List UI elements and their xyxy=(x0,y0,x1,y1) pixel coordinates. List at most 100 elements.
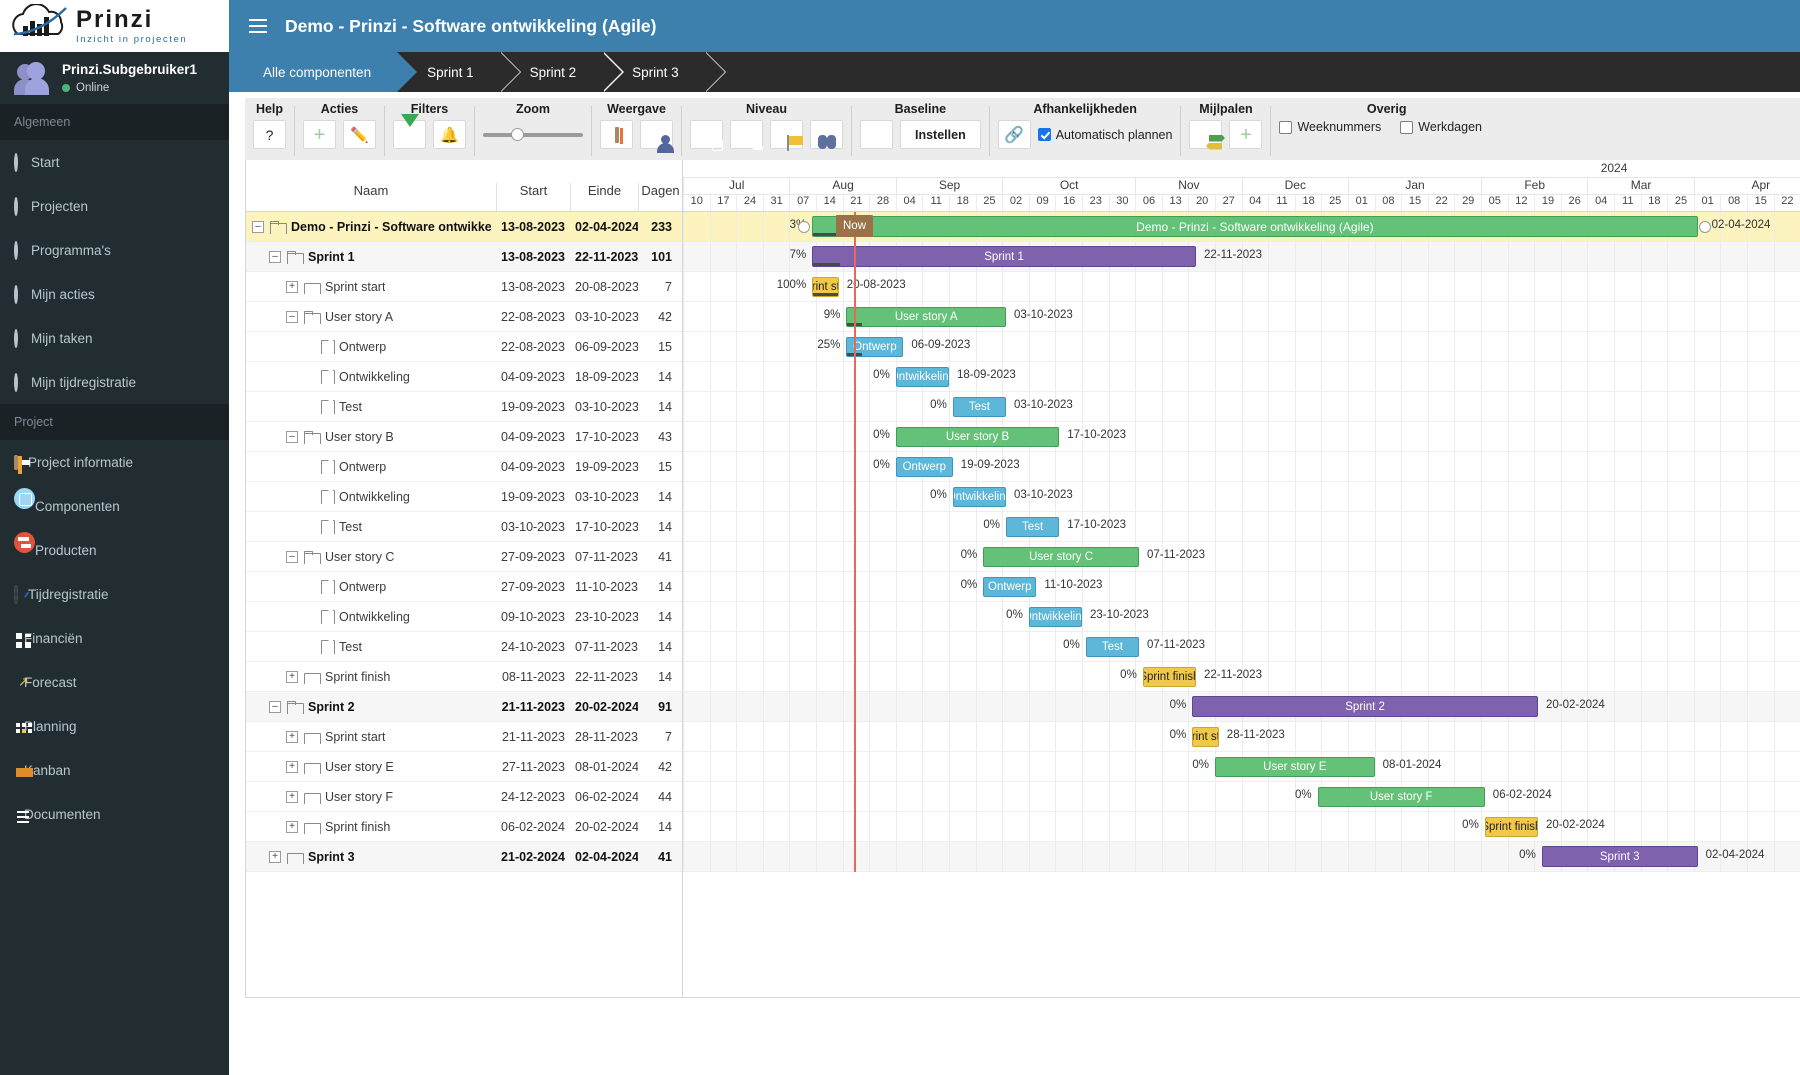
gantt-bar[interactable]: Test xyxy=(952,397,1006,417)
zoom-slider[interactable] xyxy=(483,120,583,149)
gantt-bar[interactable]: Ontwikkeling xyxy=(895,367,949,387)
products-button[interactable] xyxy=(730,120,763,149)
timeline-row[interactable]: Sprint 2 0% 20-02-2024 xyxy=(683,692,1800,722)
gantt-bar[interactable]: Ontwikkeling xyxy=(952,487,1006,507)
timeline-row[interactable]: Ontwerp 0% 19-09-2023 xyxy=(683,452,1800,482)
checkbox-box[interactable] xyxy=(1037,128,1051,141)
sidebar-item-mijn-acties[interactable]: Mijn acties xyxy=(0,272,229,316)
milestone-marker-icon[interactable] xyxy=(798,221,811,233)
column-header-start[interactable]: Start xyxy=(496,183,570,211)
link-button[interactable]: 🔗 xyxy=(997,120,1031,149)
timeline-body[interactable]: 3%02-04-2024NowDemo - Prinzi - Software … xyxy=(683,212,1800,872)
funnel-button[interactable] xyxy=(393,113,426,149)
timeline-row[interactable]: Sprint finish 0% 22-11-2023 xyxy=(683,662,1800,692)
table-row[interactable]: – Sprint 2 21-11-2023 20-02-2024 91 xyxy=(246,692,682,722)
timeline-row[interactable]: User story A 9% 03-10-2023 xyxy=(683,302,1800,332)
gantt-bar[interactable]: Sprint finish xyxy=(1484,817,1538,837)
timeline-row[interactable]: 3%02-04-2024NowDemo - Prinzi - Software … xyxy=(683,212,1800,242)
table-row[interactable]: Ontwikkeling 19-09-2023 03-10-2023 14 xyxy=(246,482,682,512)
milestone-flag-button[interactable] xyxy=(1189,120,1223,149)
sidebar-item-projecten[interactable]: Projecten xyxy=(0,184,229,228)
expand-toggle-icon[interactable]: + xyxy=(286,670,298,683)
table-row[interactable]: – Sprint 1 13-08-2023 22-11-2023 101 xyxy=(246,242,682,272)
table-row[interactable]: Test 24-10-2023 07-11-2023 14 xyxy=(246,632,682,662)
flag-button[interactable] xyxy=(770,120,803,149)
collapse-toggle-icon[interactable]: – xyxy=(286,310,298,323)
table-row[interactable]: – User story A 22-08-2023 03-10-2023 42 xyxy=(246,302,682,332)
timeline-row[interactable]: Test 0% 07-11-2023 xyxy=(683,632,1800,662)
timeline-row[interactable]: User story C 0% 07-11-2023 xyxy=(683,542,1800,572)
table-row[interactable]: – User story C 27-09-2023 07-11-2023 41 xyxy=(246,542,682,572)
checkbox-box[interactable] xyxy=(1400,120,1414,134)
baseline-instellen-button[interactable]: Instellen xyxy=(900,120,981,149)
bell-button[interactable]: 🔔 xyxy=(433,120,466,149)
timeline-row[interactable]: Sprint finish 0% 20-02-2024 xyxy=(683,812,1800,842)
expand-toggle-icon[interactable]: + xyxy=(286,730,298,743)
table-row[interactable]: + Sprint start 13-08-2023 20-08-2023 7 xyxy=(246,272,682,302)
timeline-row[interactable]: Ontwerp 0% 11-10-2023 xyxy=(683,572,1800,602)
timeline-row[interactable]: Ontwerp 25% 06-09-2023 xyxy=(683,332,1800,362)
timeline-row[interactable]: User story B 0% 17-10-2023 xyxy=(683,422,1800,452)
notebook-button[interactable] xyxy=(600,120,633,149)
timeline-row[interactable]: Sprint start100%20-08-2023 xyxy=(683,272,1800,302)
collapse-toggle-icon[interactable]: – xyxy=(252,220,264,233)
sidebar-item-financi-n[interactable]: Financiën xyxy=(0,616,229,660)
table-row[interactable]: Test 19-09-2023 03-10-2023 14 xyxy=(246,392,682,422)
table-row[interactable]: + User story F 24-12-2023 06-02-2024 44 xyxy=(246,782,682,812)
expand-toggle-icon[interactable]: + xyxy=(286,790,298,803)
timeline-row[interactable]: Ontwikkeling 0% 23-10-2023 xyxy=(683,602,1800,632)
gantt-bar[interactable]: Test xyxy=(1006,517,1060,537)
table-row[interactable]: + Sprint start 21-11-2023 28-11-2023 7 xyxy=(246,722,682,752)
sidebar-item-programma-s[interactable]: Programma's xyxy=(0,228,229,272)
gantt-bar[interactable]: User story F xyxy=(1317,787,1485,807)
collapse-toggle-icon[interactable]: – xyxy=(286,550,298,563)
milestone-end-marker-icon[interactable] xyxy=(1698,221,1711,233)
table-row[interactable]: Ontwerp 04-09-2023 19-09-2023 15 xyxy=(246,452,682,482)
table-row[interactable]: + Sprint 3 21-02-2024 02-04-2024 41 xyxy=(246,842,682,872)
timeline-row[interactable]: User story E 0% 08-01-2024 xyxy=(683,752,1800,782)
sidebar-item-kanban[interactable]: Kanban xyxy=(0,748,229,792)
expand-toggle-icon[interactable]: + xyxy=(269,850,281,863)
components-button[interactable] xyxy=(690,120,723,149)
timeline-row[interactable]: Ontwikkeling 0% 03-10-2023 xyxy=(683,482,1800,512)
expand-toggle-icon[interactable]: + xyxy=(286,760,298,773)
gantt-bar[interactable]: Sprint 1 xyxy=(812,246,1196,267)
binoculars-button[interactable] xyxy=(810,120,843,149)
collapse-toggle-icon[interactable]: – xyxy=(286,430,298,443)
table-row[interactable]: + Sprint finish 08-11-2023 22-11-2023 14 xyxy=(246,662,682,692)
sidebar-item-planning[interactable]: Planning xyxy=(0,704,229,748)
gantt-bar[interactable]: Ontwikkeling xyxy=(1028,607,1082,627)
add-button[interactable]: + xyxy=(1229,120,1263,149)
sidebar-item-componenten[interactable]: Componenten xyxy=(0,484,229,528)
sidebar-item-documenten[interactable]: Documenten xyxy=(0,792,229,836)
resource-button[interactable] xyxy=(640,120,673,149)
checkbox-weeknummers[interactable]: Weeknummers xyxy=(1279,120,1381,134)
table-row[interactable]: Ontwerp 22-08-2023 06-09-2023 15 xyxy=(246,332,682,362)
sidebar-item-mijn-tijdregistratie[interactable]: Mijn tijdregistratie xyxy=(0,360,229,404)
timeline-row[interactable]: Ontwikkeling0%18-09-2023 xyxy=(683,362,1800,392)
edit-pencil-button[interactable]: ✏️ xyxy=(343,120,376,149)
timeline-pane[interactable]: 2024 JulAugSepOctNovDecJanFebMarAprMayJu… xyxy=(683,160,1800,997)
collapse-toggle-icon[interactable]: – xyxy=(269,250,281,263)
gantt-bar[interactable]: Test xyxy=(1085,637,1139,657)
sidebar-item-tijdregistratie[interactable]: Tijdregistratie xyxy=(0,572,229,616)
table-row[interactable]: Ontwikkeling 09-10-2023 23-10-2023 14 xyxy=(246,602,682,632)
brand-logo[interactable]: Prinzi Inzicht in projecten xyxy=(0,0,229,52)
gantt-bar[interactable]: Ontwerp xyxy=(983,577,1037,597)
tab-alle-componenten[interactable]: Alle componenten xyxy=(229,52,418,92)
timeline-row[interactable]: User story F 0% 06-02-2024 xyxy=(683,782,1800,812)
timeline-row[interactable]: Sprint 3 0% 02-04-2024 xyxy=(683,842,1800,872)
checkbox-automatisch-plannen[interactable]: Automatisch plannen xyxy=(1037,128,1172,142)
gantt-bar[interactable]: Sprint start xyxy=(812,277,839,297)
hamburger-menu-icon[interactable] xyxy=(249,19,267,33)
table-row[interactable]: Test 03-10-2023 17-10-2023 14 xyxy=(246,512,682,542)
checkbox-werkdagen[interactable]: Werkdagen xyxy=(1400,120,1482,134)
gantt-bar[interactable]: User story A xyxy=(846,307,1006,327)
gantt-bar[interactable]: Sprint 2 xyxy=(1192,696,1538,717)
table-row[interactable]: Ontwikkeling 04-09-2023 18-09-2023 14 xyxy=(246,362,682,392)
gantt-bar[interactable]: User story E xyxy=(1215,757,1375,777)
gantt-bar[interactable]: Ontwerp xyxy=(895,457,953,477)
gantt-bar[interactable]: User story C xyxy=(983,547,1139,567)
add-button[interactable]: + xyxy=(303,120,336,149)
timeline-row[interactable]: Test 0% 17-10-2023 xyxy=(683,512,1800,542)
